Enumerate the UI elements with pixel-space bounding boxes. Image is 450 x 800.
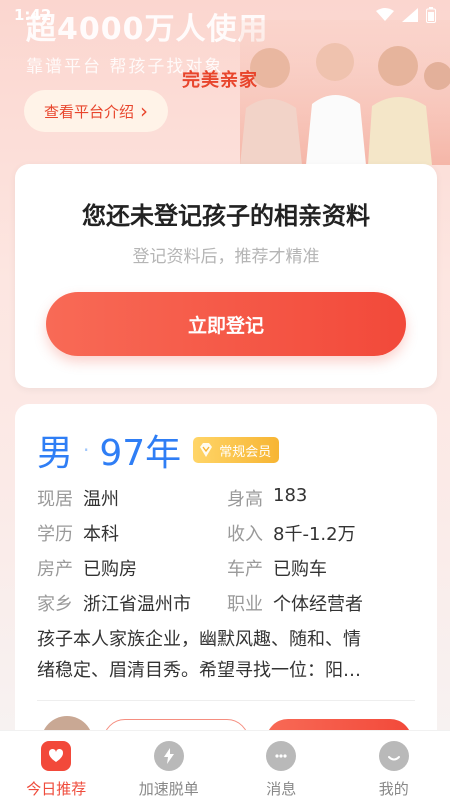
home-heart-icon (41, 741, 72, 771)
register-card: 您还未登记孩子的相亲资料 登记资料后，推荐才精准 立即登记 (15, 164, 437, 388)
info-value: 个体经营者 (273, 593, 363, 615)
profile-info-grid: 现居 温州 身高 183 学历 本科 收入 8千-1.2万 房产 已购房 车产 … (37, 480, 427, 620)
info-label: 车产 (227, 558, 263, 580)
profile-face-icon (378, 741, 409, 771)
info-label: 学历 (37, 523, 73, 545)
description-line: 孩子本人家族企业，幽默风趣、随和、情 (37, 629, 361, 650)
status-bar: 1:42 (0, 0, 450, 30)
family-photo (240, 20, 450, 165)
info-height: 身高 183 (227, 485, 417, 511)
platform-intro-label: 查看平台介绍 (43, 102, 134, 121)
info-label: 现居 (37, 488, 73, 510)
platform-intro-button[interactable]: 查看平台介绍 › (24, 90, 168, 132)
chevron-right-icon: › (140, 99, 148, 123)
member-badge-label: 常规会员 (219, 444, 272, 460)
profile-description: 孩子本人家族企业，幽默风趣、随和、情 绪稳定、眉清目秀。希望寻找一位：阳… (37, 624, 417, 686)
tab-label: 今日推荐 (26, 780, 87, 798)
profile-card[interactable]: 男 · 97年 常规会员 现居 温州 身高 183 学历 本科 收入 8千-1.… (15, 404, 437, 744)
info-car: 车产 已购车 (227, 555, 417, 581)
tab-messages[interactable]: 消息 (225, 731, 338, 800)
info-value: 温州 (83, 488, 119, 510)
info-property: 房产 已购房 (37, 555, 227, 581)
info-row: 现居 温州 身高 183 (37, 480, 427, 515)
tab-today-recommend[interactable]: 今日推荐 (0, 731, 113, 800)
battery-icon (426, 7, 436, 23)
register-title: 您还未登记孩子的相亲资料 (82, 202, 370, 230)
profile-header: 男 · 97年 常规会员 (37, 424, 280, 476)
info-residence: 现居 温州 (37, 485, 227, 511)
info-education: 学历 本科 (37, 520, 227, 546)
wifi-icon (376, 8, 394, 21)
info-label: 身高 (227, 488, 263, 510)
info-row: 房产 已购房 车产 已购车 (37, 550, 427, 585)
profile-separator: · (83, 438, 90, 462)
info-label: 家乡 (37, 593, 73, 615)
profile-birth-year: 97年 (99, 433, 182, 474)
info-value: 183 (273, 484, 308, 506)
info-occupation: 职业 个体经营者 (227, 590, 417, 616)
info-row: 家乡 浙江省温州市 职业 个体经营者 (37, 585, 427, 620)
tab-label: 加速脱单 (138, 780, 199, 798)
tab-mine[interactable]: 我的 (338, 731, 450, 800)
register-button[interactable]: 立即登记 (46, 292, 406, 356)
description-line: 绪稳定、眉清目秀。希望寻找一位：阳… (37, 660, 361, 681)
info-hometown: 家乡 浙江省温州市 (37, 590, 227, 616)
divider (37, 700, 415, 701)
register-subtitle: 登记资料后，推荐才精准 (132, 247, 320, 267)
tab-speed-match[interactable]: 加速脱单 (113, 731, 226, 800)
tab-label: 我的 (378, 780, 409, 798)
lightning-icon (153, 741, 184, 771)
profile-gender: 男 (37, 433, 74, 474)
diamond-icon (200, 443, 213, 457)
info-label: 收入 (227, 523, 263, 545)
info-label: 房产 (37, 558, 73, 580)
status-time: 1:42 (14, 6, 52, 24)
info-value: 已购房 (83, 558, 137, 580)
bottom-tab-bar: 今日推荐 加速脱单 消息 我的 (0, 730, 450, 800)
info-value: 已购车 (273, 558, 327, 580)
member-badge: 常规会员 (193, 437, 280, 463)
info-label: 职业 (227, 593, 263, 615)
signal-icon (402, 8, 418, 22)
info-value: 8千-1.2万 (273, 523, 356, 545)
info-value: 本科 (83, 523, 119, 545)
info-value: 浙江省温州市 (83, 593, 191, 615)
tab-label: 消息 (266, 780, 297, 798)
chat-bubble-icon (266, 741, 297, 771)
info-row: 学历 本科 收入 8千-1.2万 (37, 515, 427, 550)
status-icons (376, 7, 436, 23)
brand-name: 完美亲家 (182, 70, 258, 91)
info-income: 收入 8千-1.2万 (227, 520, 417, 546)
